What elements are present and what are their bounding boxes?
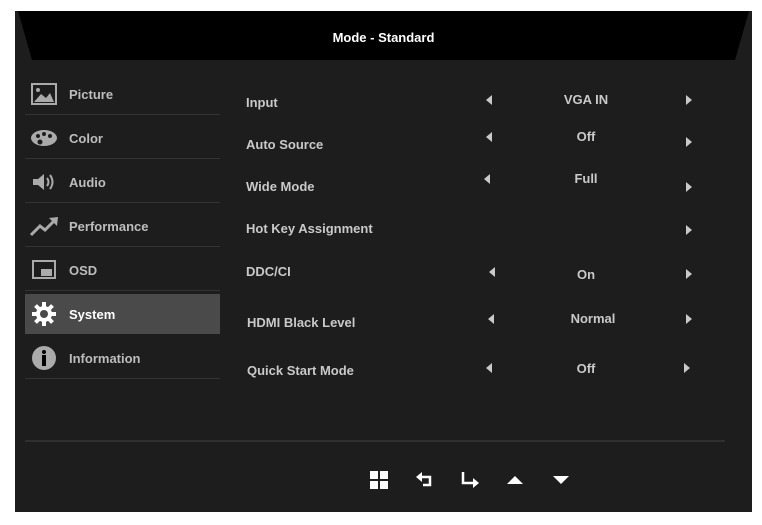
arrow-left-icon[interactable] bbox=[488, 314, 494, 324]
back-icon[interactable] bbox=[414, 469, 436, 491]
setting-label: Hot Key Assignment bbox=[246, 221, 373, 236]
arrow-left-icon[interactable] bbox=[486, 95, 492, 105]
sidebar-item-label: Color bbox=[69, 130, 103, 146]
divider bbox=[25, 440, 725, 442]
sidebar-item-label: Information bbox=[69, 350, 141, 366]
info-icon bbox=[29, 345, 59, 371]
osd-header: Mode - Standard bbox=[15, 11, 752, 60]
setting-label: HDMI Black Level bbox=[247, 315, 356, 330]
arrow-right-icon[interactable] bbox=[686, 95, 692, 105]
sidebar-item-color[interactable]: Color bbox=[25, 118, 220, 159]
menu-grid-icon[interactable] bbox=[368, 469, 390, 491]
setting-wide-mode[interactable]: Wide Mode Full bbox=[246, 171, 706, 194]
arrow-right-icon[interactable] bbox=[686, 182, 692, 192]
arrow-right-icon[interactable] bbox=[684, 363, 690, 373]
setting-input[interactable]: Input VGA IN bbox=[246, 92, 706, 114]
arrow-left-icon[interactable] bbox=[484, 174, 490, 184]
setting-label: DDC/CI bbox=[246, 264, 291, 279]
sidebar-item-picture[interactable]: Picture bbox=[25, 74, 220, 115]
arrow-right-icon[interactable] bbox=[686, 269, 692, 279]
arrow-left-icon[interactable] bbox=[489, 267, 495, 277]
sidebar-item-label: Performance bbox=[69, 218, 149, 234]
down-icon[interactable] bbox=[550, 469, 572, 491]
sidebar-item-performance[interactable]: Performance bbox=[25, 206, 220, 247]
setting-ddc-ci[interactable]: DDC/CI On bbox=[246, 261, 706, 283]
arrow-right-icon[interactable] bbox=[686, 137, 692, 147]
mode-title: Mode - Standard bbox=[332, 30, 435, 45]
palette-icon bbox=[29, 125, 59, 151]
sidebar-item-label: Picture bbox=[69, 86, 114, 102]
setting-value: VGA IN bbox=[563, 92, 609, 107]
sidebar-item-label: OSD bbox=[69, 262, 98, 278]
arrow-right-icon[interactable] bbox=[686, 314, 692, 324]
sidebar-item-osd[interactable]: OSD bbox=[25, 250, 220, 291]
setting-hdmi-black-level[interactable]: HDMI Black Level Normal bbox=[246, 311, 706, 333]
setting-value: On bbox=[576, 267, 596, 282]
gear-icon bbox=[29, 301, 59, 327]
setting-hot-key-assignment[interactable]: Hot Key Assignment bbox=[246, 218, 706, 240]
speaker-icon bbox=[29, 169, 59, 195]
arrow-left-icon[interactable] bbox=[486, 363, 492, 373]
sidebar-item-system[interactable]: System bbox=[25, 294, 220, 334]
enter-icon[interactable] bbox=[459, 469, 481, 491]
setting-auto-source[interactable]: Auto Source Off bbox=[246, 129, 706, 152]
setting-value: Full bbox=[574, 171, 598, 186]
osd-panel: Mode - Standard Picture Color Audio Perf… bbox=[15, 11, 752, 512]
sidebar-item-audio[interactable]: Audio bbox=[25, 162, 220, 203]
setting-label: Quick Start Mode bbox=[247, 363, 354, 378]
up-icon[interactable] bbox=[504, 469, 526, 491]
setting-value: Off bbox=[576, 129, 596, 144]
setting-value: Off bbox=[576, 361, 596, 376]
setting-label: Input bbox=[246, 95, 278, 110]
sidebar-item-information[interactable]: Information bbox=[25, 338, 220, 379]
picture-icon bbox=[29, 81, 59, 107]
sidebar-item-label: Audio bbox=[69, 174, 106, 190]
setting-label: Auto Source bbox=[246, 137, 324, 152]
arrow-left-icon[interactable] bbox=[486, 132, 492, 142]
trend-up-icon bbox=[29, 213, 59, 239]
sidebar-item-label: System bbox=[69, 306, 116, 322]
setting-quick-start-mode[interactable]: Quick Start Mode Off bbox=[246, 360, 706, 382]
setting-label: Wide Mode bbox=[246, 179, 315, 194]
osd-window-icon bbox=[29, 257, 59, 283]
setting-value: Normal bbox=[570, 311, 616, 326]
arrow-right-icon[interactable] bbox=[686, 225, 692, 235]
